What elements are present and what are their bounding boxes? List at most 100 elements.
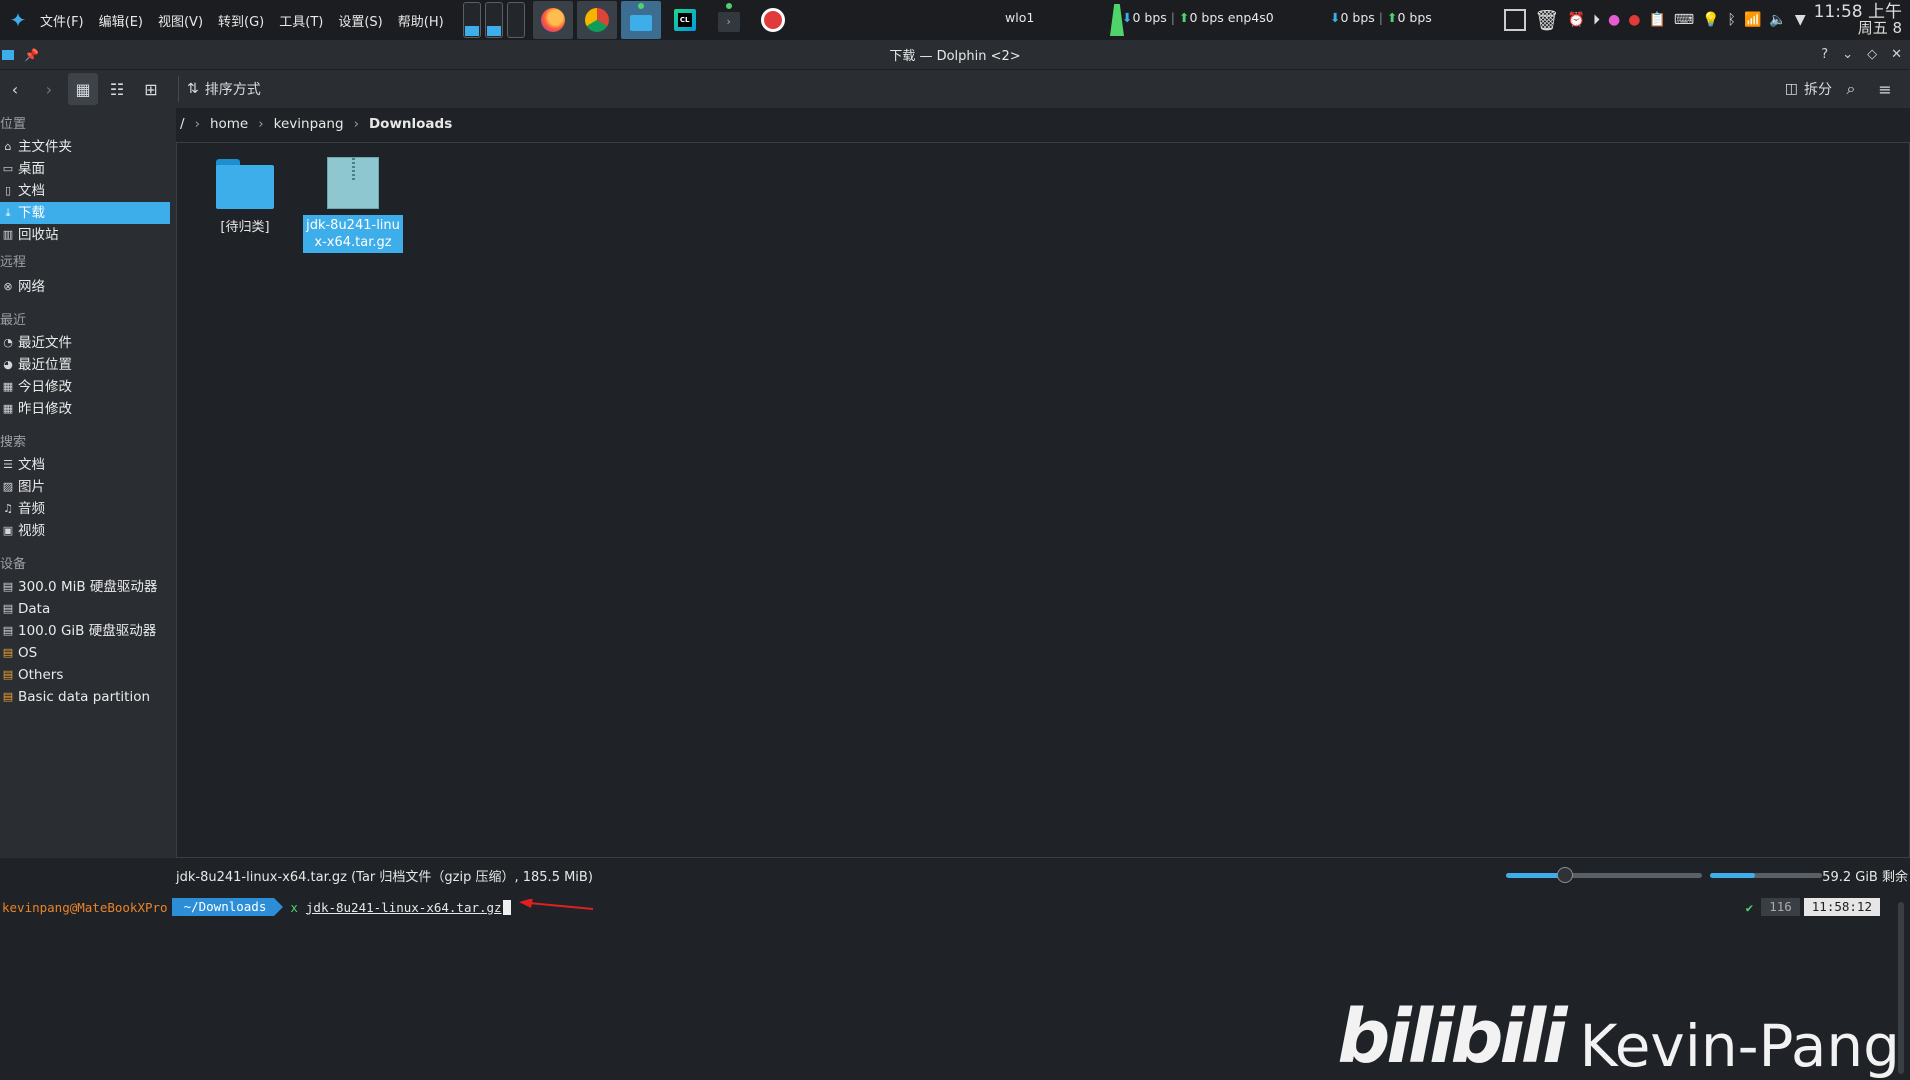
drive-locked-icon: ▤ bbox=[2, 668, 14, 681]
alarm-icon[interactable]: ⏰ bbox=[1568, 12, 1585, 28]
upload-arrow-icon: ⬆ bbox=[1178, 10, 1190, 25]
sidebar-item-drive-basic-data[interactable]: ▤ Basic data partition bbox=[0, 686, 176, 708]
sidebar-item-modified-today[interactable]: ▦ 今日修改 bbox=[0, 376, 176, 398]
sidebar-item-home[interactable]: ⌂ 主文件夹 bbox=[0, 136, 176, 158]
details-view-button[interactable]: ⊞ bbox=[136, 73, 166, 105]
menu-go[interactable]: 转到(G) bbox=[218, 11, 264, 30]
app-launcher-icon[interactable]: ✦ bbox=[4, 6, 32, 34]
red-arrow-annotation bbox=[518, 899, 593, 910]
clipboard-icon[interactable]: 📋 bbox=[1648, 12, 1665, 28]
zoom-slider-handle[interactable] bbox=[1556, 867, 1573, 883]
netease-tray-icon[interactable]: ● bbox=[1628, 12, 1640, 28]
split-label: 拆分 bbox=[1804, 82, 1832, 98]
menu-settings[interactable]: 设置(S) bbox=[338, 11, 382, 30]
show-desktop-icon[interactable] bbox=[1504, 9, 1527, 31]
digital-clock[interactable]: 11:58 上午 周五 8 bbox=[1813, 2, 1902, 37]
desktop-2[interactable] bbox=[484, 2, 503, 38]
network-interface-label: enp4s0 bbox=[1227, 10, 1274, 25]
close-icon[interactable]: ✕ bbox=[1891, 47, 1902, 62]
task-netease-music[interactable] bbox=[753, 1, 793, 39]
volume-icon[interactable]: 🔈 bbox=[1769, 12, 1786, 28]
command-input[interactable]: jdk-8u241-linux-x64.tar.gz bbox=[306, 900, 502, 915]
lightbulb-icon[interactable]: 💡 bbox=[1702, 12, 1719, 28]
zoom-slider[interactable] bbox=[1506, 867, 1702, 883]
file-item-folder[interactable]: [待归类] bbox=[194, 157, 296, 238]
chrome-icon bbox=[584, 8, 609, 32]
sidebar-item-desktop[interactable]: ▭ 桌面 bbox=[0, 158, 176, 180]
back-button[interactable]: ‹ bbox=[0, 73, 30, 105]
bluetooth-icon[interactable]: ᛒ bbox=[1728, 12, 1736, 28]
sidebar-item-drive-data[interactable]: ▤ Data bbox=[0, 598, 176, 620]
tray-expand-icon[interactable]: ▼ bbox=[1795, 12, 1806, 28]
task-konsole[interactable]: › bbox=[709, 1, 749, 39]
trash-icon: ▥ bbox=[2, 228, 14, 241]
sidebar-item-drive-300mib[interactable]: ▤ 300.0 MiB 硬盘驱动器 bbox=[0, 576, 176, 598]
desktop-1[interactable] bbox=[462, 2, 481, 38]
window-titlebar[interactable]: 📌 下载 — Dolphin <2> ? ⌄ ◇ ✕ bbox=[0, 40, 1910, 70]
forward-button[interactable]: › bbox=[34, 73, 64, 105]
section-recent: 最近 bbox=[0, 313, 27, 328]
sidebar-item-documents[interactable]: ▯ 文档 bbox=[0, 180, 176, 202]
maximize-icon[interactable]: ◇ bbox=[1867, 47, 1877, 62]
media-player-icon[interactable]: ⏵ bbox=[1593, 12, 1600, 28]
firefox-icon bbox=[540, 8, 565, 32]
split-button[interactable]: ◫ 拆分 bbox=[1785, 73, 1832, 105]
sidebar-item-search-video[interactable]: ▣ 视频 bbox=[0, 520, 176, 542]
menu-tools[interactable]: 工具(T) bbox=[279, 11, 323, 30]
section-devices: 设备 bbox=[0, 557, 27, 572]
clock-time: 11:58 上午 bbox=[1813, 2, 1902, 22]
menu-help[interactable]: 帮助(H) bbox=[398, 11, 444, 30]
app-tray-icon[interactable]: ● bbox=[1608, 12, 1620, 28]
menu-view[interactable]: 视图(V) bbox=[158, 11, 203, 30]
sidebar-item-downloads[interactable]: ⤓ 下载 bbox=[0, 202, 170, 224]
search-button[interactable]: ⌕ bbox=[1836, 73, 1866, 105]
breadcrumb-kevinpang[interactable]: kevinpang bbox=[274, 116, 344, 132]
breadcrumb-home[interactable]: home bbox=[210, 116, 248, 132]
sidebar-item-search-documents[interactable]: ☰ 文档 bbox=[0, 454, 176, 476]
download-icon: ⤓ bbox=[5, 206, 11, 219]
minimize-icon[interactable]: ⌄ bbox=[1842, 47, 1853, 62]
network-speed-2: ⬇0 bps | ⬆0 bps bbox=[1330, 10, 1432, 25]
sidebar-item-drive-others[interactable]: ▤ Others bbox=[0, 664, 176, 686]
keyboard-icon[interactable]: ⌨ bbox=[1674, 12, 1694, 28]
network-icon: ⊗ bbox=[3, 280, 13, 293]
sidebar-item-recent-files[interactable]: ◔ 最近文件 bbox=[0, 332, 176, 354]
terminal-panel[interactable]: kevinpang@MateBookXPro ~/Downloads x jdk… bbox=[0, 894, 1910, 1080]
drive-locked-icon: ▤ bbox=[2, 690, 14, 703]
file-item-archive[interactable]: jdk-8u241-linux-x64.tar.gz bbox=[302, 157, 404, 253]
sidebar-item-modified-yesterday[interactable]: ▦ 昨日修改 bbox=[0, 398, 176, 420]
pin-icon[interactable]: 📌 bbox=[24, 48, 39, 62]
hamburger-menu-button[interactable]: ≡ bbox=[1870, 73, 1900, 105]
trash-icon[interactable]: 🗑 bbox=[1534, 8, 1559, 32]
sidebar-item-drive-100gib[interactable]: ▤ 100.0 GiB 硬盘驱动器 bbox=[0, 620, 176, 642]
task-dolphin[interactable] bbox=[620, 1, 661, 39]
wifi-icon[interactable]: 📶 bbox=[1744, 12, 1761, 28]
sidebar-item-trash[interactable]: ▥ 回收站 bbox=[0, 224, 176, 246]
places-panel: 位置 ⌂ 主文件夹 ▭ 桌面 ▯ 文档 ⤓ 下载 ▥ 回收站 远程 ⊗ 网络 最近 ◔ 最近文… bbox=[0, 108, 176, 858]
sidebar-item-search-images[interactable]: ▨ 图片 bbox=[0, 476, 176, 498]
virtual-desktop-pager bbox=[462, 2, 525, 38]
file-view[interactable]: [待归类] jdk-8u241-linux-x64.tar.gz bbox=[176, 142, 1910, 858]
icons-view-button[interactable]: ▦ bbox=[68, 73, 98, 105]
compact-view-button[interactable]: ☷ bbox=[102, 73, 132, 105]
breadcrumb-downloads[interactable]: Downloads bbox=[369, 116, 452, 132]
task-clion[interactable]: CL bbox=[665, 1, 705, 39]
task-firefox[interactable] bbox=[532, 1, 573, 39]
folder-icon bbox=[216, 157, 274, 209]
desktop-3[interactable] bbox=[506, 2, 525, 38]
grid-icon: ▦ bbox=[75, 79, 91, 99]
shell-prompt: kevinpang@MateBookXPro ~/Downloads x jdk… bbox=[0, 898, 597, 916]
menu-edit[interactable]: 编辑(E) bbox=[99, 11, 143, 30]
menu-file[interactable]: 文件(F) bbox=[40, 11, 84, 30]
task-chrome[interactable] bbox=[576, 1, 617, 39]
help-icon[interactable]: ? bbox=[1821, 47, 1828, 62]
sidebar-item-search-audio[interactable]: ♫ 音频 bbox=[0, 498, 176, 520]
sidebar-item-network[interactable]: ⊗ 网络 bbox=[0, 276, 176, 298]
running-indicator bbox=[725, 3, 732, 9]
sidebar-item-recent-locations[interactable]: ◕ 最近位置 bbox=[0, 354, 176, 376]
sidebar-item-drive-os[interactable]: ▤ OS bbox=[0, 642, 176, 664]
sort-button[interactable]: ⇅ 排序方式 bbox=[187, 73, 261, 105]
breadcrumb-root[interactable]: / bbox=[180, 116, 185, 132]
window-menu-icon[interactable] bbox=[2, 49, 14, 60]
breadcrumb: / › home › kevinpang › Downloads bbox=[176, 112, 462, 136]
